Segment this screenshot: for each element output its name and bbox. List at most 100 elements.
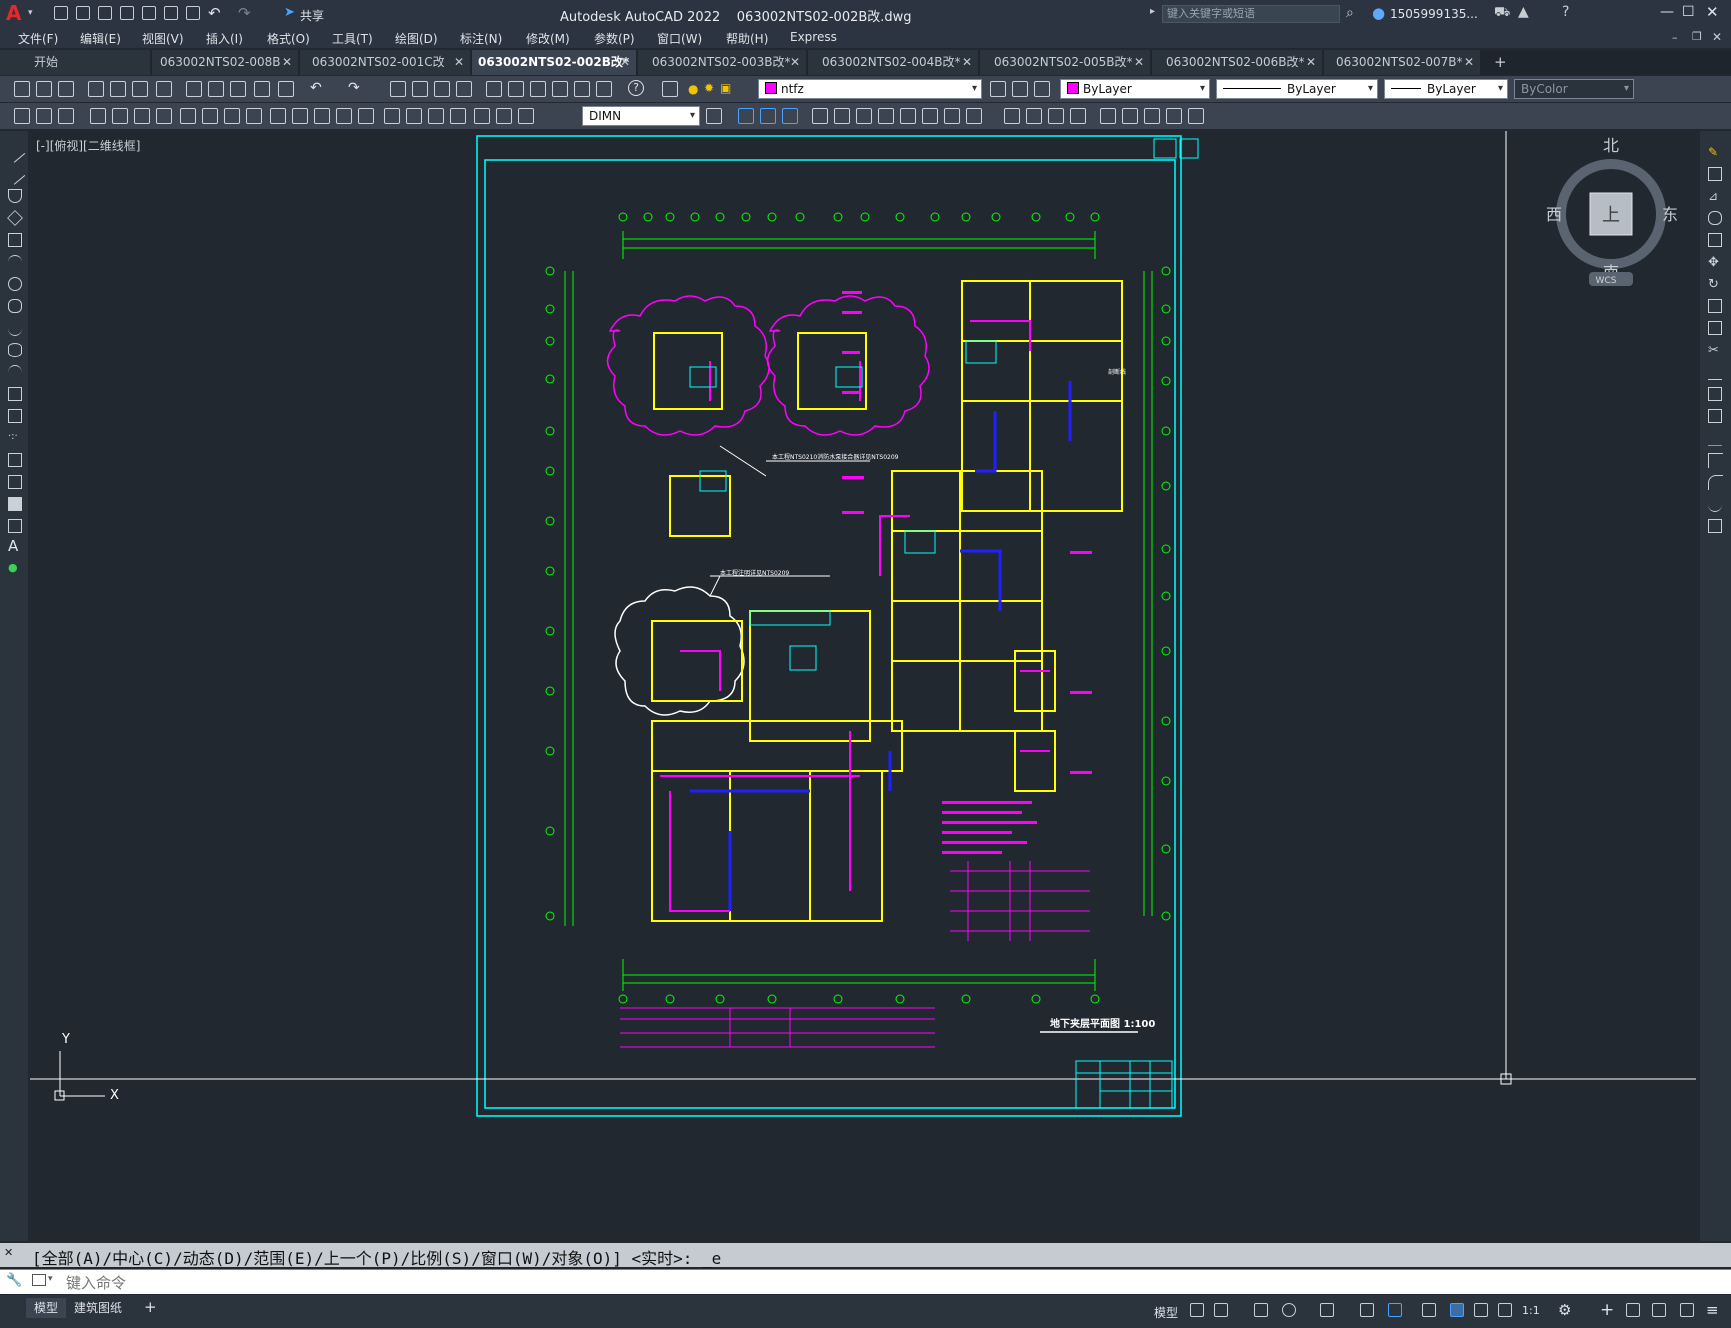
jogged-linear-icon[interactable]	[450, 108, 466, 124]
modify-tool-icon[interactable]	[812, 108, 828, 124]
erase-icon[interactable]: ✎	[1708, 145, 1722, 159]
plot-preview-icon[interactable]	[110, 81, 126, 97]
copy-object-icon[interactable]	[1708, 167, 1722, 181]
new-tab-plus-icon[interactable]: +	[1494, 53, 1507, 71]
make-current-layer-icon[interactable]	[990, 81, 1006, 97]
auto-scale-icon[interactable]	[1474, 1303, 1488, 1317]
tab-close-icon[interactable]: ✕	[1464, 50, 1474, 75]
publish-icon[interactable]	[132, 81, 148, 97]
tool-icon[interactable]	[36, 108, 52, 124]
menu-insert[interactable]: 插入(I)	[206, 30, 243, 47]
blend-curves-icon[interactable]	[1708, 497, 1722, 512]
stretch-icon[interactable]	[1708, 321, 1722, 335]
join-icon[interactable]	[1708, 431, 1722, 446]
quick-dimension-icon[interactable]	[270, 108, 286, 124]
modify-tool-icon[interactable]	[1122, 108, 1138, 124]
break-icon[interactable]	[1708, 409, 1722, 423]
explode-icon[interactable]	[1708, 519, 1722, 533]
break-at-point-icon[interactable]	[1708, 387, 1722, 401]
menu-tools[interactable]: 工具(T)	[332, 30, 373, 47]
layer-match-icon[interactable]	[1034, 81, 1050, 97]
undo-icon[interactable]: ↶	[310, 80, 322, 96]
tab-close-icon[interactable]: ✕	[620, 50, 630, 75]
spline-icon[interactable]	[8, 321, 22, 336]
tab-008b[interactable]: 063002NTS02-008B ✕	[152, 50, 298, 75]
isodraft-icon[interactable]	[1320, 1303, 1334, 1317]
continue-dimension-icon[interactable]	[314, 108, 330, 124]
annotation-monitor-plus-icon[interactable]: +	[1600, 1300, 1614, 1320]
3d-print-icon[interactable]	[156, 81, 172, 97]
modify-tool-icon[interactable]	[1144, 108, 1160, 124]
modify-tool-icon[interactable]	[760, 108, 776, 124]
dimension-style-icon[interactable]	[706, 108, 722, 124]
move-icon[interactable]: ✥	[1708, 255, 1722, 270]
menu-dimension[interactable]: 标注(N)	[460, 30, 502, 47]
layer-dropdown[interactable]: ntfz ▾	[758, 79, 982, 99]
properties-icon[interactable]	[486, 81, 502, 97]
help-icon[interactable]: ?	[1562, 4, 1569, 20]
menu-parametric[interactable]: 参数(P)	[594, 30, 635, 47]
dimension-space-icon[interactable]	[336, 108, 352, 124]
center-mark-icon[interactable]	[406, 108, 422, 124]
model-space-toggle[interactable]: 模型	[1154, 1304, 1178, 1321]
dimension-update-icon[interactable]	[518, 108, 534, 124]
arc-icon[interactable]	[8, 255, 22, 270]
array-icon[interactable]	[1708, 233, 1722, 247]
object-snap-icon[interactable]	[1388, 1303, 1402, 1317]
save-icon[interactable]	[98, 6, 112, 20]
modify-tool-icon[interactable]	[782, 108, 798, 124]
layout-tab-sheet[interactable]: 建筑图纸	[66, 1298, 130, 1318]
search-icon[interactable]: ⌕	[1346, 5, 1354, 21]
dimension-edit-icon[interactable]	[474, 108, 490, 124]
viewcube-west[interactable]: 西	[1546, 205, 1562, 224]
autocad-logo-icon[interactable]: A	[6, 3, 24, 23]
tab-close-icon[interactable]: ✕	[1134, 50, 1144, 75]
linear-dimension-icon[interactable]	[90, 108, 106, 124]
command-line[interactable]: 🔧 ▾	[0, 1269, 1731, 1294]
radius-dimension-icon[interactable]	[180, 108, 196, 124]
modify-tool-icon[interactable]	[878, 108, 894, 124]
hardware-acceleration-icon[interactable]	[1652, 1303, 1666, 1317]
search-expand-icon[interactable]: ▸	[1150, 6, 1155, 17]
sheet-set-icon[interactable]	[552, 81, 568, 97]
undo-icon[interactable]: ↶	[208, 4, 221, 22]
menu-modify[interactable]: 修改(M)	[526, 30, 570, 47]
command-input[interactable]: 键入命令	[66, 1272, 126, 1293]
ortho-icon[interactable]	[1254, 1303, 1268, 1317]
maximize-window-icon[interactable]: ☐	[1682, 4, 1695, 20]
make-block-icon[interactable]	[8, 409, 22, 423]
tool-icon[interactable]	[14, 108, 30, 124]
autodesk-a360-icon[interactable]: ▲	[1518, 4, 1529, 20]
share-icon[interactable]: ➤	[284, 5, 295, 20]
tab-close-icon[interactable]: ✕	[454, 50, 464, 75]
open-file-icon[interactable]	[76, 6, 90, 20]
dimstyle-dropdown[interactable]: DIMN ▾	[582, 106, 700, 126]
zoom-realtime-icon[interactable]	[412, 81, 428, 97]
modify-tool-icon[interactable]	[1048, 108, 1064, 124]
menu-format[interactable]: 格式(O)	[267, 30, 310, 47]
offset-icon[interactable]	[1708, 211, 1722, 225]
dimension-break-icon[interactable]	[358, 108, 374, 124]
search-input[interactable]: 键入关键字或短语	[1162, 5, 1340, 23]
tab-close-icon[interactable]: ✕	[962, 50, 972, 75]
menu-file[interactable]: 文件(F)	[18, 30, 58, 47]
insert-block-icon[interactable]	[8, 387, 22, 401]
hatch-icon[interactable]	[8, 453, 22, 467]
recent-commands-icon[interactable]	[32, 1274, 46, 1286]
menu-edit[interactable]: 编辑(E)	[80, 30, 121, 47]
zoom-previous-icon[interactable]	[456, 81, 472, 97]
user-name[interactable]: 1505999135...	[1390, 7, 1478, 21]
zoom-window-icon[interactable]	[434, 81, 450, 97]
modify-tool-icon[interactable]	[738, 108, 754, 124]
chamfer-icon[interactable]	[1708, 453, 1723, 468]
close-window-icon[interactable]: ✕	[1706, 3, 1719, 21]
tab-004b[interactable]: 063002NTS02-004B改* ✕	[808, 50, 978, 75]
open-web-icon[interactable]	[142, 6, 156, 20]
plot-icon[interactable]	[186, 6, 200, 20]
layout-tab-model[interactable]: 模型	[26, 1298, 67, 1318]
gradient-icon[interactable]	[8, 475, 22, 489]
customize-wrench-icon[interactable]: 🔧	[6, 1273, 22, 1288]
revision-cloud-icon[interactable]	[8, 299, 22, 313]
add-selected-icon[interactable]: ●	[8, 561, 22, 575]
menu-draw[interactable]: 绘图(D)	[395, 30, 438, 47]
